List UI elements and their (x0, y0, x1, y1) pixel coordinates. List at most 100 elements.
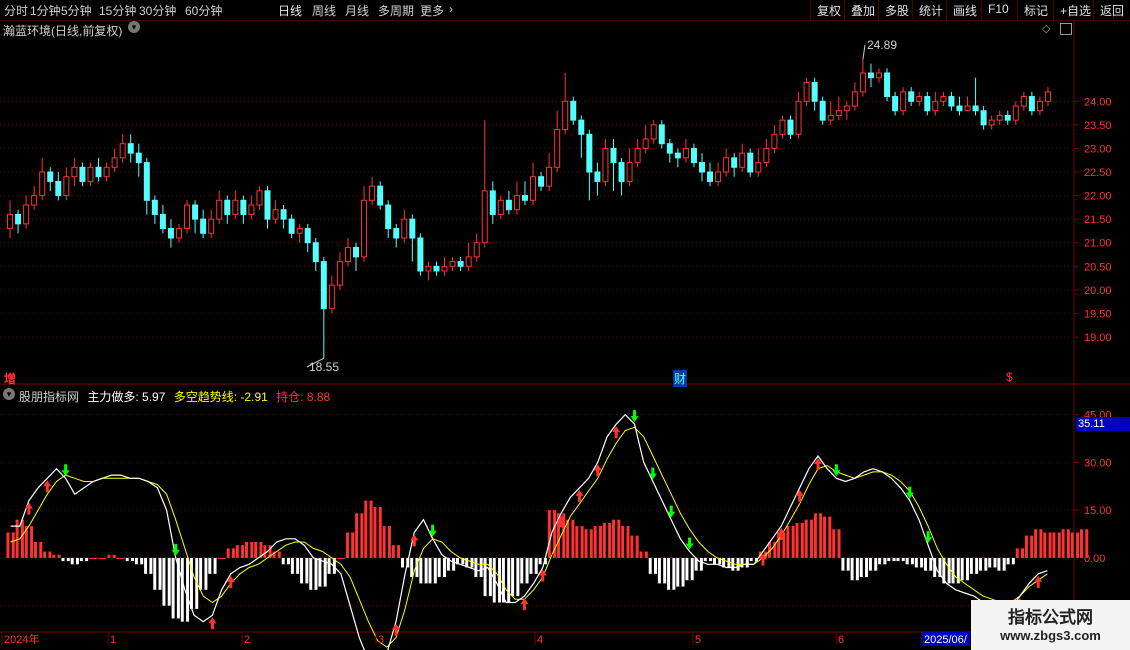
candle (344, 246, 351, 263)
candle (1036, 100, 1043, 112)
marker-zeng[interactable]: 增 (4, 370, 16, 387)
candle (819, 100, 826, 121)
candle (755, 162, 762, 173)
current-value-badge: 35.11 (1076, 417, 1130, 431)
candle (200, 218, 207, 234)
window-icon[interactable] (1060, 23, 1072, 35)
candle (23, 204, 30, 225)
candle (288, 218, 295, 234)
candle (328, 284, 335, 310)
low-price-label: 18.55 (309, 360, 340, 374)
candle (827, 114, 834, 121)
candle (811, 81, 818, 102)
candle (473, 242, 480, 258)
candle (127, 143, 134, 154)
candle (95, 166, 102, 178)
candle (521, 195, 528, 201)
position-bar (89, 557, 98, 559)
candle (972, 105, 979, 112)
candle (690, 147, 697, 164)
candle (47, 171, 54, 182)
candle (940, 96, 947, 102)
candle (425, 265, 432, 272)
candle (119, 143, 126, 159)
candle (779, 119, 786, 135)
candle (650, 124, 657, 140)
candle (835, 110, 842, 116)
candle (280, 209, 287, 220)
position-bar (98, 557, 107, 559)
candle (916, 96, 923, 102)
time-label: 3 (378, 634, 384, 646)
candle (851, 91, 858, 107)
trend-line (10, 426, 1048, 648)
candle (441, 265, 448, 272)
watermark: 指标公式网 www.zbgs3.com (971, 600, 1130, 650)
diamond-icon[interactable]: ◇ (1042, 22, 1050, 35)
price-tick-label: 24.00 (1084, 96, 1112, 108)
candle (192, 204, 199, 220)
candle (892, 96, 899, 112)
price-tick-label: 22.50 (1084, 167, 1112, 179)
candle (256, 190, 263, 206)
position-bar (336, 557, 346, 559)
candle (771, 133, 778, 149)
chevron-down-icon[interactable]: ▾ (128, 21, 140, 33)
candle (1012, 105, 1019, 121)
price-tick-label: 19.50 (1084, 308, 1112, 320)
candle (594, 171, 601, 182)
candle (731, 157, 738, 168)
candle (103, 166, 110, 178)
position-bar (116, 557, 125, 559)
candle (554, 129, 561, 168)
candle (513, 195, 520, 211)
candle (618, 162, 625, 182)
chart-canvas: 19.00 19.50 20.00 20.50 21.00 21.50 22.00 22.50… (0, 20, 1130, 650)
line2-label: 多空趋势线: (173, 390, 238, 404)
down-arrow-icon (832, 464, 841, 477)
price-tick-label: 23.50 (1084, 120, 1112, 132)
indicator-chevron-icon[interactable]: ▾ (3, 388, 15, 400)
candle (377, 185, 384, 206)
candle (1020, 96, 1027, 107)
time-label: 4 (537, 634, 543, 646)
candle (151, 199, 158, 215)
candle (980, 110, 987, 126)
marker-cai[interactable]: 财 (673, 370, 688, 387)
candle (964, 105, 971, 112)
candle (216, 199, 223, 220)
candle (747, 152, 754, 173)
candle (586, 133, 593, 173)
candle (465, 256, 472, 267)
up-arrow-icon (24, 502, 33, 515)
candle (707, 171, 714, 182)
candle (248, 204, 255, 215)
price-tick-label: 20.00 (1084, 285, 1112, 297)
candle (272, 209, 279, 220)
candle (401, 218, 408, 239)
candle (739, 152, 746, 168)
price-tick-label: 23.00 (1084, 143, 1112, 155)
indicator-name: 股朋指标网 (19, 390, 80, 404)
candle (135, 152, 142, 164)
candle (87, 166, 94, 182)
candle (642, 138, 649, 149)
marker-dollar[interactable]: $ (1006, 370, 1013, 384)
candle (795, 100, 802, 135)
candle (385, 204, 392, 230)
candle (143, 162, 150, 201)
candle (626, 162, 633, 182)
stock-title: 瀚蓝环境(日线,前复权) (3, 24, 123, 38)
candle (31, 195, 38, 206)
time-label: 2 (244, 634, 250, 646)
candle (658, 124, 665, 145)
candle (304, 228, 311, 244)
candle (932, 100, 939, 112)
candle (79, 166, 86, 182)
position-bar (217, 557, 226, 559)
line3-label: 持仓: (276, 390, 304, 404)
candle (71, 166, 78, 178)
main-force-line (10, 413, 1048, 650)
candle (481, 190, 488, 244)
time-label: 2024年 (4, 632, 39, 646)
